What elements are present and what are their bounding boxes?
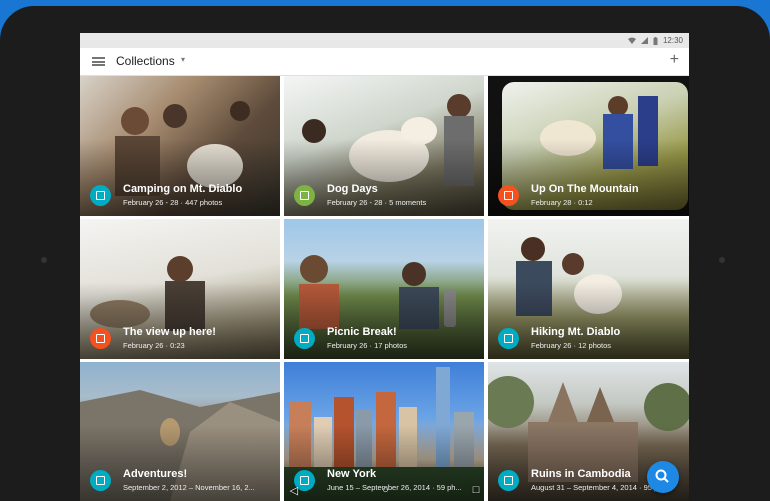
collections-grid: Camping on Mt. Diablo February 26 - 28 ·… xyxy=(80,76,689,501)
collection-title: Camping on Mt. Diablo xyxy=(123,183,243,195)
battery-icon xyxy=(653,36,658,45)
collection-subtitle: February 26 - 28 · 5 moments xyxy=(327,198,427,207)
movie-icon xyxy=(498,185,519,206)
screen: 12:30 Collections ▾ + Camping on Mt. Dia… xyxy=(80,33,689,501)
collection-tile[interactable]: The view up here! February 26 · 0:23 xyxy=(80,219,280,359)
album-icon xyxy=(294,328,315,349)
collection-subtitle: February 26 · 12 photos xyxy=(531,341,612,350)
recents-icon[interactable]: □ xyxy=(473,484,480,496)
collection-subtitle: February 26 - 28 · 447 photos xyxy=(123,198,223,207)
wifi-icon xyxy=(627,37,636,44)
album-icon xyxy=(90,185,111,206)
collection-title: Picnic Break! xyxy=(327,326,397,338)
story-icon xyxy=(294,185,315,206)
collection-subtitle: February 26 · 17 photos xyxy=(327,341,408,350)
sensor-dot xyxy=(719,257,725,263)
collection-title: Up On The Mountain xyxy=(531,183,639,195)
collection-tile[interactable]: Dog Days February 26 - 28 · 5 moments xyxy=(284,76,484,216)
collection-tile[interactable]: Up On The Mountain February 28 · 0:12 xyxy=(488,76,689,216)
navigation-bar: ◁ ○ □ xyxy=(80,479,689,501)
collection-title: Dog Days xyxy=(327,183,378,195)
collection-subtitle: February 26 · 0:23 xyxy=(123,341,185,350)
album-icon xyxy=(498,328,519,349)
home-icon[interactable]: ○ xyxy=(382,484,389,496)
collection-title: Hiking Mt. Diablo xyxy=(531,326,621,338)
collection-tile[interactable]: Camping on Mt. Diablo February 26 - 28 ·… xyxy=(80,76,280,216)
collection-tile[interactable]: Picnic Break! February 26 · 17 photos xyxy=(284,219,484,359)
back-icon[interactable]: ◁ xyxy=(290,484,298,497)
status-time: 12:30 xyxy=(662,36,683,45)
collection-title: The view up here! xyxy=(123,326,216,338)
status-bar: 12:30 xyxy=(80,33,689,48)
collection-subtitle: February 28 · 0:12 xyxy=(531,198,593,207)
menu-icon[interactable] xyxy=(92,57,105,66)
page-title[interactable]: Collections xyxy=(116,54,175,68)
app-bar: Collections ▾ + xyxy=(80,48,689,76)
signal-icon xyxy=(640,37,648,44)
collection-tile[interactable]: Hiking Mt. Diablo February 26 · 12 photo… xyxy=(488,219,689,359)
front-camera xyxy=(41,257,47,263)
movie-icon xyxy=(90,328,111,349)
chevron-down-icon[interactable]: ▾ xyxy=(181,55,185,64)
add-icon[interactable]: + xyxy=(670,51,679,69)
